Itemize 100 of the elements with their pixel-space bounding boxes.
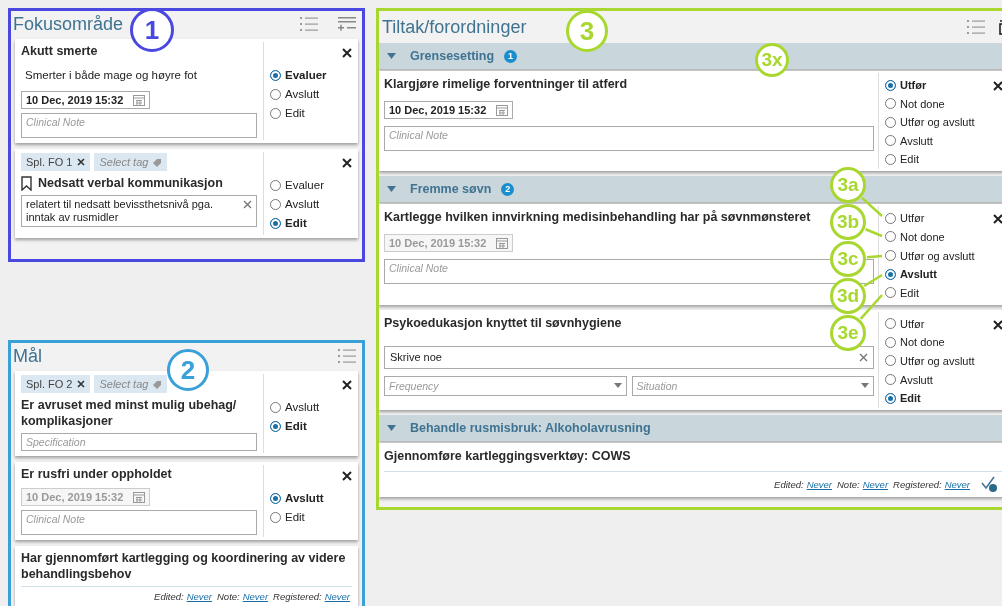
- radio-button[interactable]: [885, 116, 896, 128]
- footer-label: Registered:: [273, 591, 322, 602]
- footer-label: Note:: [837, 478, 860, 490]
- remove-icon[interactable]: [77, 380, 86, 388]
- footer-label: Edited:: [774, 478, 804, 490]
- option-label: Edit: [285, 217, 307, 229]
- check-icon[interactable]: [981, 476, 997, 493]
- radio-button[interactable]: [270, 420, 281, 432]
- remove-icon[interactable]: [77, 158, 86, 166]
- panel-title: Tiltak/forordninger: [382, 16, 527, 38]
- calendar-icon[interactable]: [496, 104, 509, 116]
- radio-button[interactable]: [885, 374, 896, 386]
- option-label: Edit: [285, 107, 305, 119]
- input-field[interactable]: Specification: [21, 433, 257, 451]
- option-label: Utfør og avslutt: [900, 354, 975, 367]
- footer-link[interactable]: Never: [186, 591, 212, 602]
- close-icon: [993, 214, 1002, 225]
- close-icon: [342, 48, 352, 58]
- radio-button[interactable]: [885, 79, 896, 91]
- card-title: Er avruset med minst mulig ubehag/ komplikasjoner: [21, 397, 238, 429]
- leader-line: [866, 254, 883, 259]
- close-icon: [993, 81, 1002, 91]
- option-label: Edit: [285, 420, 307, 432]
- footer-link[interactable]: Never: [242, 591, 269, 602]
- group-title: Behandle rusmisbruk: Alkoholavrusning: [410, 421, 651, 436]
- group-header[interactable]: Behandle rusmisbruk: Alkoholavrusning: [379, 415, 1002, 442]
- footer-label: Registered:: [893, 478, 942, 490]
- radio-button[interactable]: [885, 318, 896, 330]
- footer-link[interactable]: Never: [324, 591, 350, 602]
- radio-button[interactable]: [885, 231, 896, 243]
- dropdown[interactable]: Situation: [631, 375, 874, 396]
- close-button[interactable]: [340, 469, 354, 483]
- text-field[interactable]: relatert til nedsatt bevissthetsnivå pga. inntak av rusmidler: [21, 195, 257, 227]
- option-label: Edit: [900, 286, 919, 299]
- leader-line: [865, 228, 883, 238]
- calendar-icon[interactable]: [133, 94, 146, 106]
- text-field[interactable]: Skrive noe: [384, 345, 874, 369]
- radio-button[interactable]: [885, 392, 896, 404]
- radio-button[interactable]: [885, 135, 896, 147]
- add-remove-icon[interactable]: [338, 16, 356, 32]
- radio-button[interactable]: [885, 153, 896, 165]
- close-button[interactable]: [340, 46, 354, 60]
- date-field[interactable]: 10 Dec, 2019 15:32: [384, 101, 514, 119]
- panel-title: Fokusområde: [13, 13, 124, 35]
- dropdown[interactable]: Frequency: [384, 375, 627, 396]
- note-field[interactable]: Clinical Note: [21, 510, 257, 535]
- option-label: Avslutt: [285, 492, 324, 504]
- numbered-list-icon[interactable]: [300, 16, 318, 32]
- date-field[interactable]: 10 Dec, 2019 15:32: [21, 91, 151, 109]
- bookmark-icon[interactable]: [21, 175, 32, 191]
- tag-icon: [153, 379, 163, 389]
- radio-button[interactable]: [270, 401, 281, 413]
- close-icon: [342, 380, 352, 390]
- option-label: Utfør og avslutt: [900, 116, 975, 129]
- card-title: Er rusfri under oppholdet: [21, 466, 172, 482]
- tag-select[interactable]: Select tag: [94, 153, 168, 171]
- radio-button[interactable]: [885, 287, 896, 299]
- radio-button[interactable]: [885, 268, 896, 280]
- tag-chip[interactable]: Spl. FO 1: [21, 153, 91, 171]
- radio-button[interactable]: [885, 336, 896, 348]
- close-button[interactable]: [340, 156, 354, 170]
- footer-link[interactable]: Never: [862, 478, 889, 490]
- note-field[interactable]: Clinical Note: [384, 126, 874, 151]
- footer-link[interactable]: Never: [806, 478, 832, 490]
- radio-button[interactable]: [885, 250, 896, 262]
- radio-button[interactable]: [270, 88, 281, 100]
- note-field[interactable]: Clinical Note: [21, 113, 257, 138]
- radio-button[interactable]: [270, 511, 281, 523]
- card-title: Kartlegge hvilken innvirkning medisinbehandling har på søvnmønsteret: [384, 209, 811, 226]
- radio-button[interactable]: [885, 212, 896, 224]
- radio-button[interactable]: [270, 217, 281, 229]
- numbered-list-icon[interactable]: [967, 19, 985, 35]
- clear-icon[interactable]: [859, 352, 868, 362]
- leader-line: [863, 273, 883, 288]
- option-label: Avslutt: [900, 268, 937, 281]
- leader-line: [859, 294, 883, 320]
- tag-chip[interactable]: Spl. FO 2: [21, 375, 91, 393]
- count-badge: 2: [501, 182, 515, 196]
- option-label: Utfør: [900, 212, 925, 225]
- radio-button[interactable]: [270, 492, 281, 504]
- clear-icon[interactable]: [243, 200, 252, 209]
- card-title: Akutt smerte: [21, 43, 98, 59]
- radio-button[interactable]: [270, 179, 281, 191]
- footer-link[interactable]: Never: [944, 478, 970, 490]
- radio-button[interactable]: [270, 198, 281, 210]
- option-label: Avslutt: [285, 198, 320, 210]
- radio-button[interactable]: [270, 69, 281, 81]
- close-button[interactable]: [340, 378, 354, 392]
- radio-button[interactable]: [885, 355, 896, 367]
- footer-label: Note:: [217, 591, 240, 602]
- close-button[interactable]: [991, 79, 1002, 93]
- option-label: Evaluer: [285, 69, 327, 81]
- tag-select[interactable]: Select tag: [94, 375, 168, 393]
- option-label: Utfør: [900, 79, 927, 91]
- caret-icon: [613, 383, 622, 389]
- radio-button[interactable]: [270, 107, 281, 119]
- numbered-list-icon[interactable]: [338, 348, 356, 364]
- leader-line: [861, 196, 883, 217]
- radio-button[interactable]: [885, 98, 896, 110]
- close-button[interactable]: [991, 317, 1002, 332]
